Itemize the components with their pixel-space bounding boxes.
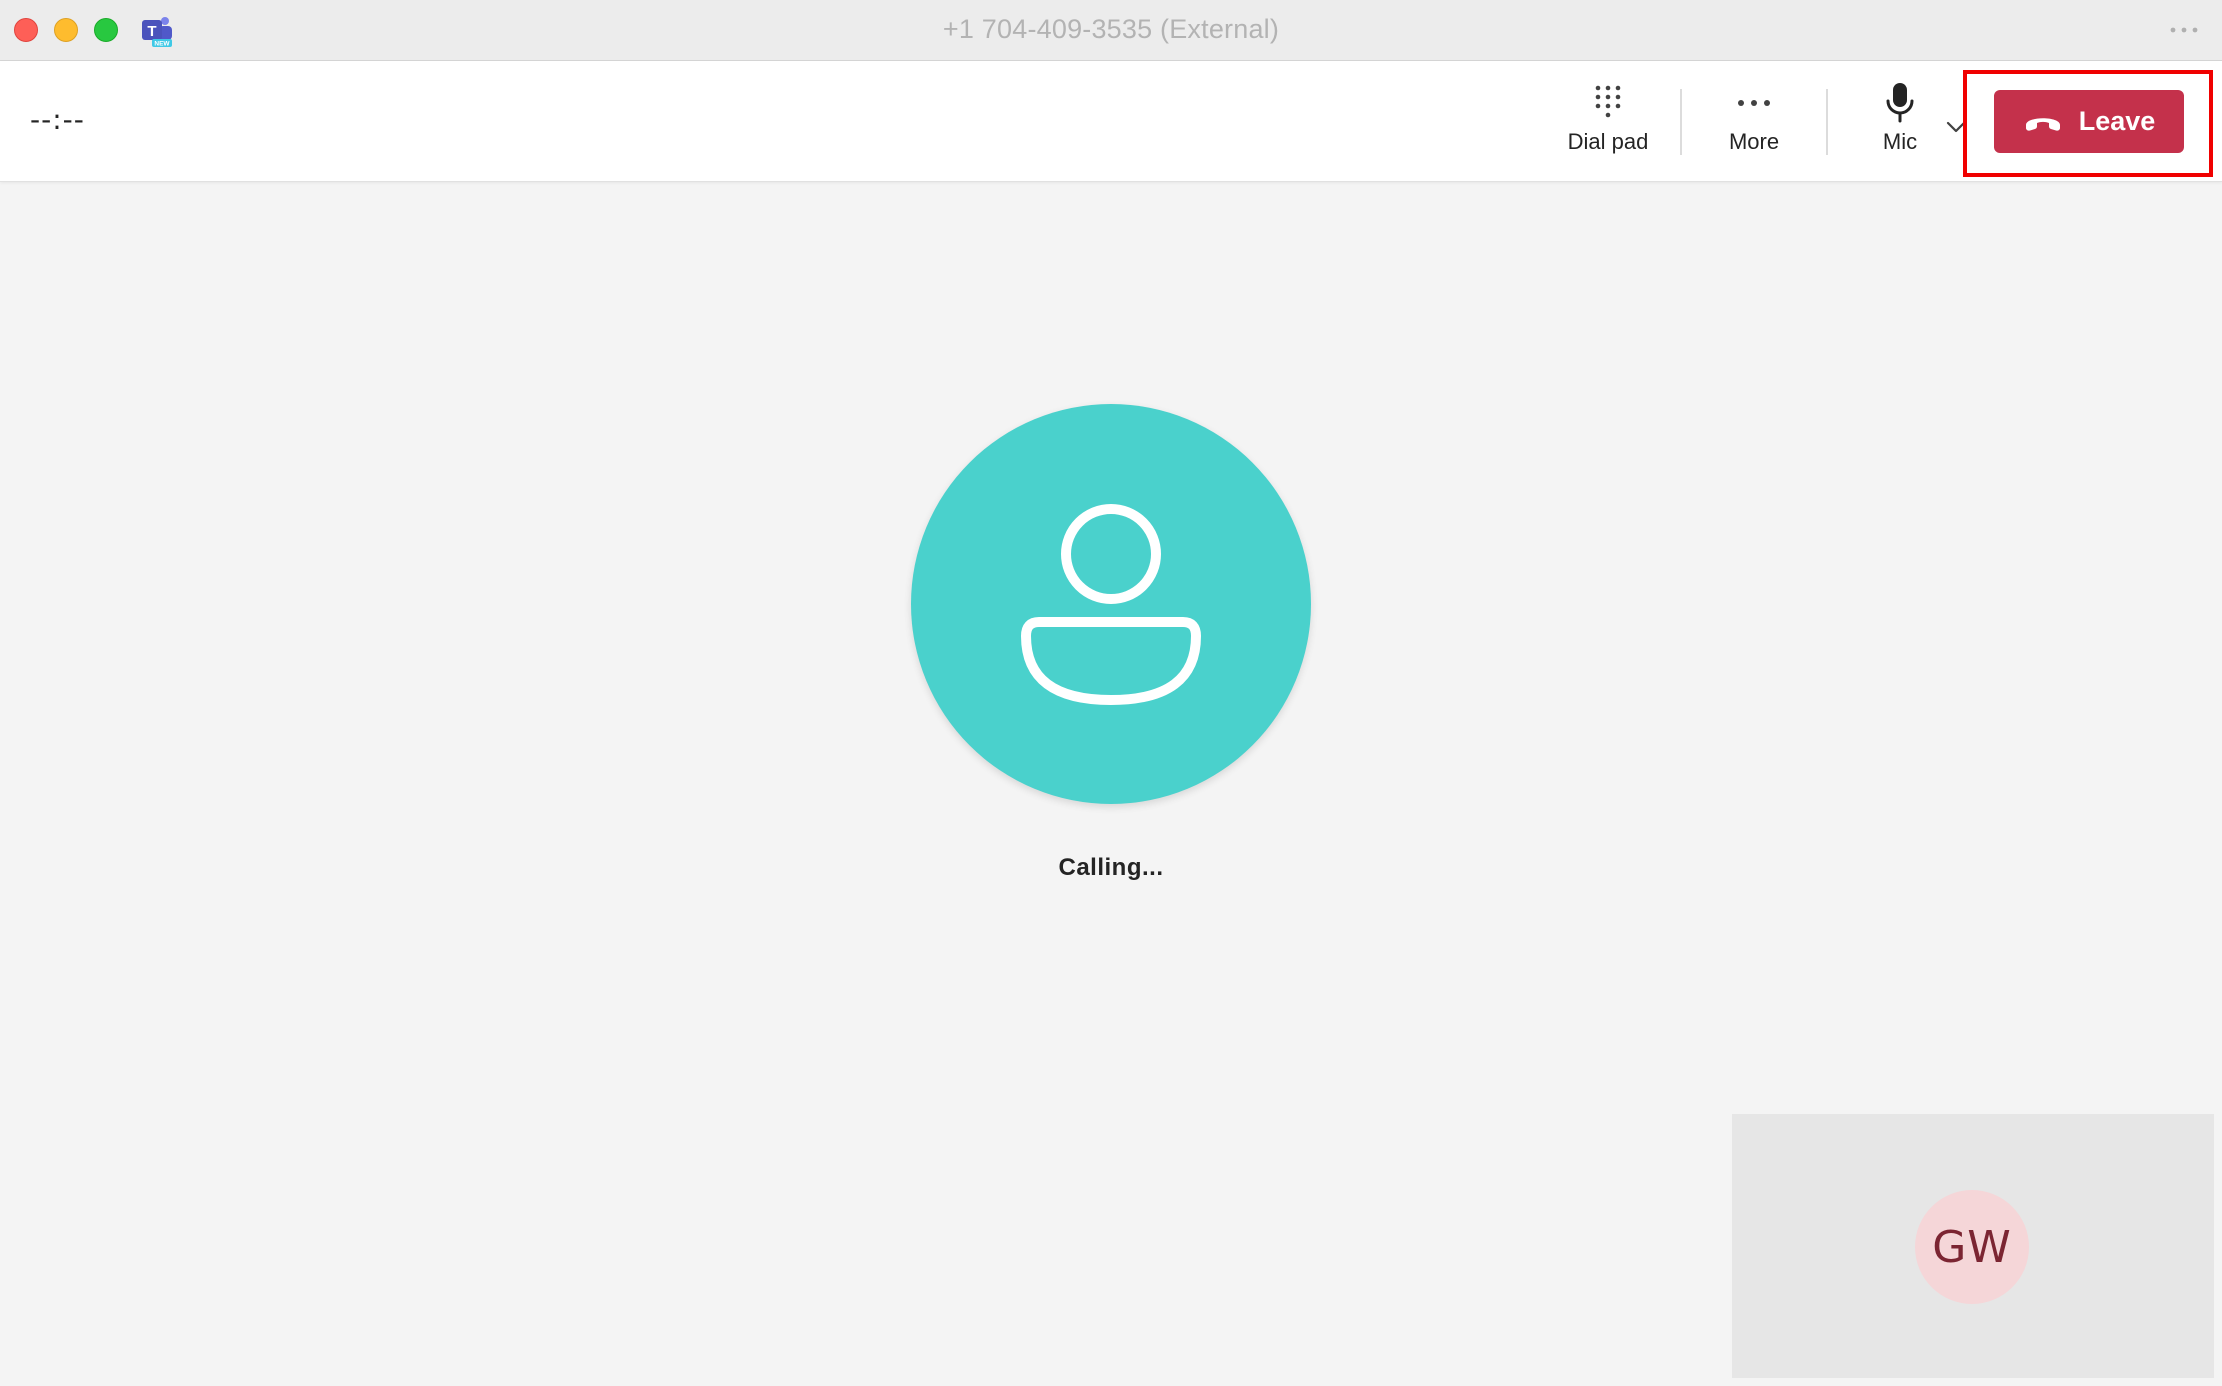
call-toolbar: --:-- Dial pad More Mic — [0, 61, 2222, 182]
title-bar: T NEW +1 704-409-3535 (External) — [0, 0, 2222, 61]
window-title: +1 704-409-3535 (External) — [942, 14, 1280, 44]
avatar: GW — [1915, 1190, 2029, 1304]
remote-avatar — [911, 404, 1311, 804]
mic-icon — [1886, 83, 1914, 123]
call-window: T NEW +1 704-409-3535 (External) --:-- D… — [0, 0, 2222, 1386]
toolbar-divider — [1680, 89, 1682, 155]
toolbar-divider — [1826, 89, 1828, 155]
leave-label: Leave — [2078, 106, 2156, 136]
dialpad-icon — [1595, 85, 1621, 118]
person-icon — [1021, 504, 1201, 705]
more-button[interactable]: More — [1700, 61, 1808, 181]
ellipsis-icon[interactable] — [2168, 16, 2200, 44]
call-status: Calling... — [1058, 854, 1164, 881]
mic-button[interactable]: Mic — [1846, 61, 1954, 181]
self-initials: GW — [1932, 1221, 2012, 1273]
call-timer: --:-- — [30, 103, 85, 136]
leave-button[interactable]: Leave — [1994, 90, 2184, 153]
more-label: More — [1728, 129, 1780, 154]
dialpad-button[interactable]: Dial pad — [1554, 61, 1662, 181]
more-icon — [1738, 100, 1770, 106]
mic-label: Mic — [1882, 129, 1918, 154]
dialpad-label: Dial pad — [1567, 129, 1649, 154]
phone-hangup-icon — [2025, 117, 2060, 131]
self-video-tile[interactable]: GW — [1732, 1114, 2214, 1378]
